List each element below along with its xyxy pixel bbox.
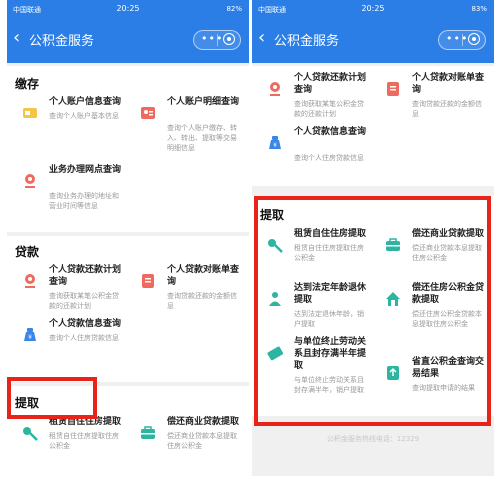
item-desc: 查询业务办理的地址和营业时间等信息 [49,192,119,210]
service-item-loan-info[interactable]: ¥ 个人贷款信息查询 查询个人住房贷款信息 [258,126,370,190]
service-item-loan-statement[interactable]: 个人贷款对账单查询 查询贷款还款的金额信息 [376,72,488,136]
item-title: 个人账户信息查询 [49,97,122,107]
status-bar: 中国联通 20:25 82% [7,0,249,20]
highlight-frame [7,377,97,419]
profile-card-icon [139,104,157,122]
document-icon [384,80,402,98]
briefcase-icon [139,424,157,442]
item-title: 个人账户明细查询 [167,97,240,107]
item-desc: 查询个人住房贷款信息 [294,154,364,162]
item-title: 个人贷款对账单查询 [167,265,240,287]
service-item-account-detail[interactable]: 个人账户明细查询 查询个人账户缴存、转入、转出、提取等交易明细信息 [131,96,243,176]
page-title: 公积金服务 [274,34,340,49]
more-icon[interactable]: ••• [446,32,468,45]
status-time: 20:25 [116,4,140,13]
loan-section: 贷款 个人贷款还款计划查询 查询获取某笔公积金贷款的还款计划 个人贷款对账单查询… [7,236,249,382]
item-desc: 查询贷款还款的金额信息 [412,100,482,118]
top-bar: 中国联通 20:25 82% ‹ 公积金服务 ••• [7,0,249,63]
nav-bar: ‹ 公积金服务 ••• [252,26,494,56]
service-item-rent-withdraw[interactable]: 租赁自住住房提取 租赁自住住房提取住房公积金 [13,416,125,476]
close-icon[interactable] [223,33,235,45]
highlight-frame [254,196,491,426]
page-title: 公积金服务 [29,34,95,49]
status-bar: 中国联通 20:25 83% [252,0,494,20]
svg-text:¥: ¥ [28,334,32,341]
mini-program-capsule: ••• [438,30,486,50]
item-desc: 查询个人账户缴存、转入、转出、提取等交易明细信息 [167,124,237,152]
item-desc: 查询获取某笔公积金贷款的还款计划 [294,100,364,118]
service-item-loan-info[interactable]: ¥ 个人贷款信息查询 查询个人住房贷款信息 [13,318,125,382]
key-icon [21,424,39,442]
item-desc: 查询个人账户基本信息 [49,112,119,120]
capsule-divider [217,34,218,46]
money-bag-icon: ¥ [21,326,39,344]
item-desc: 租赁自住住房提取住房公积金 [49,432,119,450]
loan-section: 个人贷款还款计划查询 查询获取某笔公积金贷款的还款计划 个人贷款对账单查询 查询… [252,66,494,186]
item-title: 个人贷款还款计划查询 [49,265,122,287]
item-title: 个人贷款信息查询 [294,127,367,137]
service-item-branch-query[interactable]: 业务办理网点查询 查询业务办理的地址和营业时间等信息 [13,164,125,228]
section-title: 缴存 [15,77,40,91]
svg-text:¥: ¥ [273,142,277,149]
item-title: 个人贷款信息查询 [49,319,122,329]
nav-bar: ‹ 公积金服务 ••• [7,26,249,56]
section-title: 贷款 [15,245,40,259]
mini-program-capsule: ••• [193,30,241,50]
more-icon[interactable]: ••• [201,32,223,45]
deposit-section: 缴存 个人账户信息查询 查询个人账户基本信息 个人账户明细查询 查询个人账户缴存… [7,66,249,232]
item-desc: 查询个人住房贷款信息 [49,334,119,342]
close-icon[interactable] [468,33,480,45]
item-title: 业务办理网点查询 [49,165,122,175]
id-card-icon [21,104,39,122]
back-icon[interactable]: ‹ [13,29,20,47]
location-pin-icon [21,172,39,190]
service-item-commercial-loan-withdraw[interactable]: 偿还商业贷款提取 偿还商业贷款本息提取住房公积金 [131,416,243,476]
item-title: 个人贷款对账单查询 [412,73,485,95]
service-item-loan-statement[interactable]: 个人贷款对账单查询 查询贷款还款的金额信息 [131,264,243,328]
document-icon [139,272,157,290]
capsule-divider [462,34,463,46]
battery-level: 83% [471,5,487,13]
status-time: 20:25 [361,4,385,13]
location-pin-icon [266,80,284,98]
item-desc: 偿还商业贷款本息提取住房公积金 [167,432,237,450]
item-desc: 查询获取某笔公积金贷款的还款计划 [49,292,119,310]
item-title: 个人贷款还款计划查询 [294,73,367,95]
top-bar: 中国联通 20:25 83% ‹ 公积金服务 ••• [252,0,494,63]
hotline-footer: 公积金服务热线电话：12329 [326,435,420,443]
location-pin-icon [21,272,39,290]
money-bag-icon: ¥ [266,134,284,152]
battery-level: 82% [226,5,242,13]
service-item-account-info[interactable]: 个人账户信息查询 查询个人账户基本信息 [13,96,125,160]
back-icon[interactable]: ‹ [258,29,265,47]
item-desc: 查询贷款还款的金额信息 [167,292,237,310]
item-title: 偿还商业贷款提取 [167,417,240,427]
